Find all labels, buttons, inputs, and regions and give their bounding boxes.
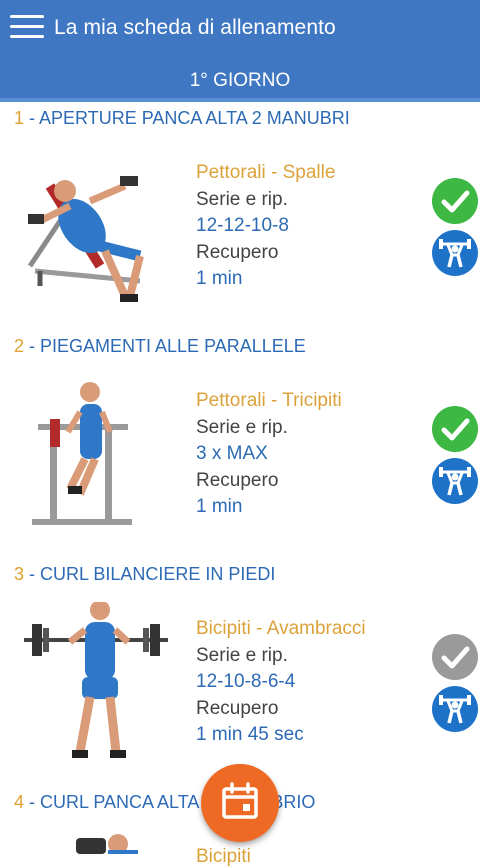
rest-value: 1 min [196,496,243,517]
muscle-groups: Pettorali - Tricipiti [196,390,342,411]
exercise-card[interactable]: 1 - APERTURE PANCA ALTA 2 MANUBRI Pettor… [0,102,480,331]
exercise-name: - APERTURE PANCA ALTA 2 MANUBRI [24,108,350,128]
calendar-icon [222,782,258,819]
rest-value: 1 min [196,268,243,289]
exercise-title: 2 - PIEGAMENTI ALLE PARALLELE [14,336,306,357]
muscle-groups: Pettorali - Spalle [196,162,336,183]
exercise-detail-button[interactable] [432,458,478,504]
app-bar: La mia scheda di allenamento 1° GIORNO [0,0,480,102]
sets-label: Serie e rip. [196,644,288,666]
weightlifter-icon [439,239,471,268]
exercise-number: 1 [14,108,25,128]
exercise-number: 3 [14,564,25,584]
exercise-detail-button[interactable] [432,230,478,276]
exercise-illustration [27,176,144,302]
rest-label: Recupero [196,697,279,719]
exercise-info: Pettorali - Spalle Serie e rip. 12-12-10… [196,160,335,293]
sets-label: Serie e rip. [196,416,288,438]
day-title[interactable]: 1° GIORNO [0,70,480,92]
exercise-title: 3 - CURL BILANCIERE IN PIEDI [14,564,275,585]
exercise-number: 2 [14,336,25,356]
exercise-illustration [32,382,132,525]
hamburger-menu-icon[interactable] [10,12,44,42]
rest-label: Recupero [196,469,279,491]
calendar-fab-button[interactable] [201,764,279,842]
pending-check-button[interactable] [432,634,478,680]
sets-value: 12-12-10-8 [196,215,289,236]
exercise-card[interactable]: 3 - CURL BILANCIERE IN PIEDI Bicipiti - … [0,558,480,787]
completed-check-button[interactable] [432,178,478,224]
rest-value: 1 min 45 sec [196,724,304,745]
weightlifter-icon [439,467,471,496]
exercise-name: - CURL BILANCIERE IN PIEDI [24,564,276,584]
exercise-number: 4 [14,792,25,812]
sets-label: Serie e rip. [196,188,288,210]
muscle-groups: Bicipiti - Avambracci [196,618,366,639]
completed-check-button[interactable] [432,406,478,452]
exercise-detail-button[interactable] [432,686,478,732]
exercise-card[interactable]: 2 - PIEGAMENTI ALLE PARALLELE Pettorali … [0,330,480,559]
exercise-illustration [24,602,168,758]
check-icon [441,190,470,213]
weightlifter-icon [439,695,471,724]
sets-value: 12-10-8-6-4 [196,671,296,692]
exercise-title: 1 - APERTURE PANCA ALTA 2 MANUBRI [14,108,350,129]
exercise-info: Pettorali - Tricipiti Serie e rip. 3 x M… [196,388,342,521]
check-icon [441,646,470,669]
exercise-name: - PIEGAMENTI ALLE PARALLELE [24,336,306,356]
exercise-info: Bicipiti - Avambracci Serie e rip. 12-10… [196,616,366,749]
app-title: La mia scheda di allenamento [54,16,336,39]
rest-label: Recupero [196,241,279,263]
muscle-groups: Bicipiti [196,846,251,867]
check-icon [441,418,470,441]
exercise-illustration [76,834,138,854]
sets-value: 3 x MAX [196,443,268,464]
